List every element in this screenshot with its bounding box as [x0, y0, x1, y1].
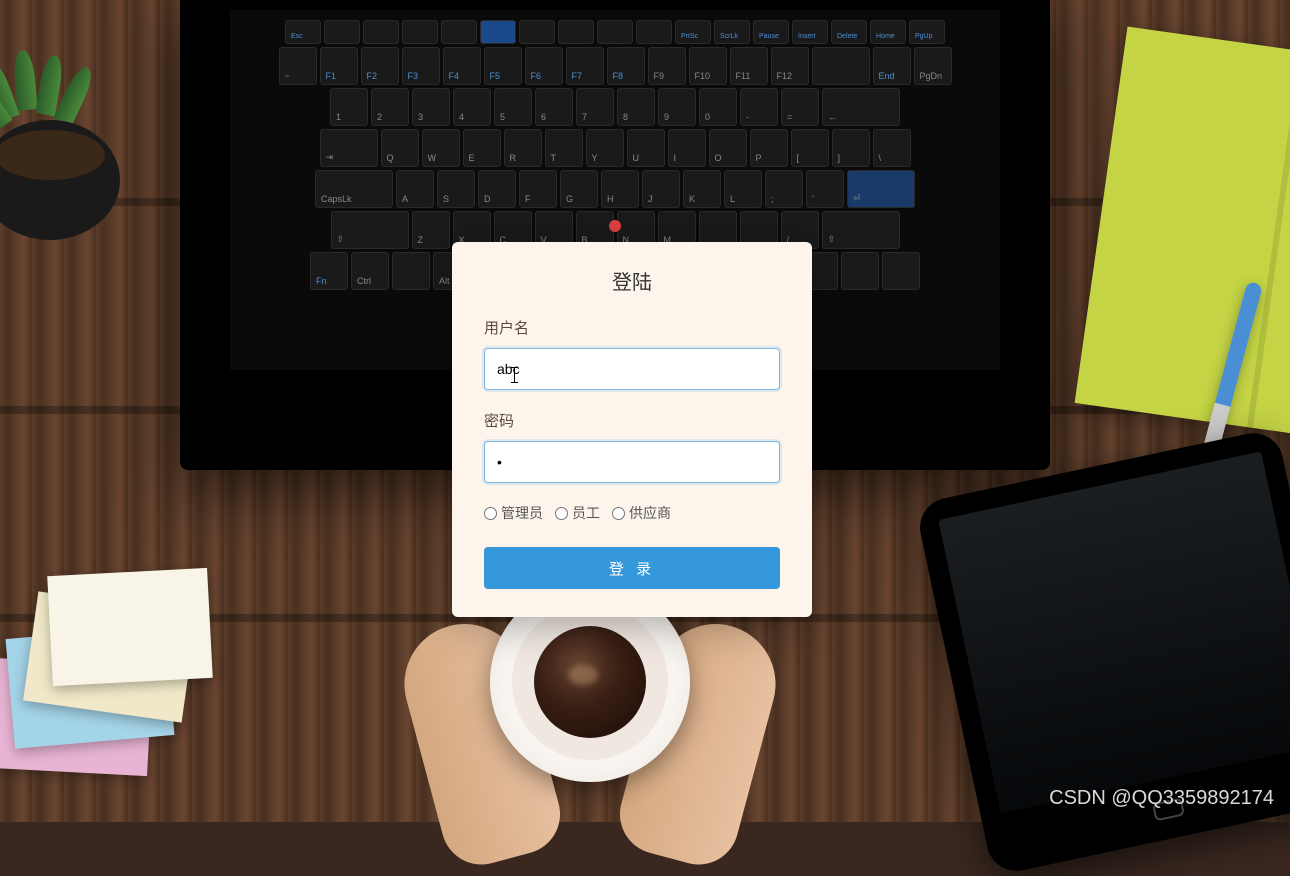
login-button[interactable]: 登 录 [484, 547, 780, 589]
username-input[interactable] [484, 348, 780, 390]
role-radio-group: 管理员 员工 供应商 [484, 503, 780, 523]
username-label: 用户名 [484, 317, 780, 338]
trackpoint-icon [609, 220, 621, 232]
role-employee-radio[interactable] [555, 507, 568, 520]
role-admin-label: 管理员 [501, 503, 543, 523]
role-supplier-radio[interactable] [612, 507, 625, 520]
password-label: 密码 [484, 410, 780, 431]
role-admin-option[interactable]: 管理员 [484, 503, 543, 523]
role-employee-label: 员工 [572, 503, 600, 523]
login-title: 登陆 [484, 266, 780, 295]
coffee-cup-hands [420, 582, 760, 862]
plant [0, 40, 140, 240]
sticky-notes [0, 582, 200, 782]
role-employee-option[interactable]: 员工 [555, 503, 600, 523]
role-admin-radio[interactable] [484, 507, 497, 520]
role-supplier-option[interactable]: 供应商 [612, 503, 671, 523]
login-card: 登陆 用户名 密码 管理员 员工 供应商 登 录 [452, 242, 812, 617]
watermark-text: CSDN @QQ3359892174 [1049, 787, 1274, 810]
password-input[interactable] [484, 441, 780, 483]
role-supplier-label: 供应商 [629, 503, 671, 523]
